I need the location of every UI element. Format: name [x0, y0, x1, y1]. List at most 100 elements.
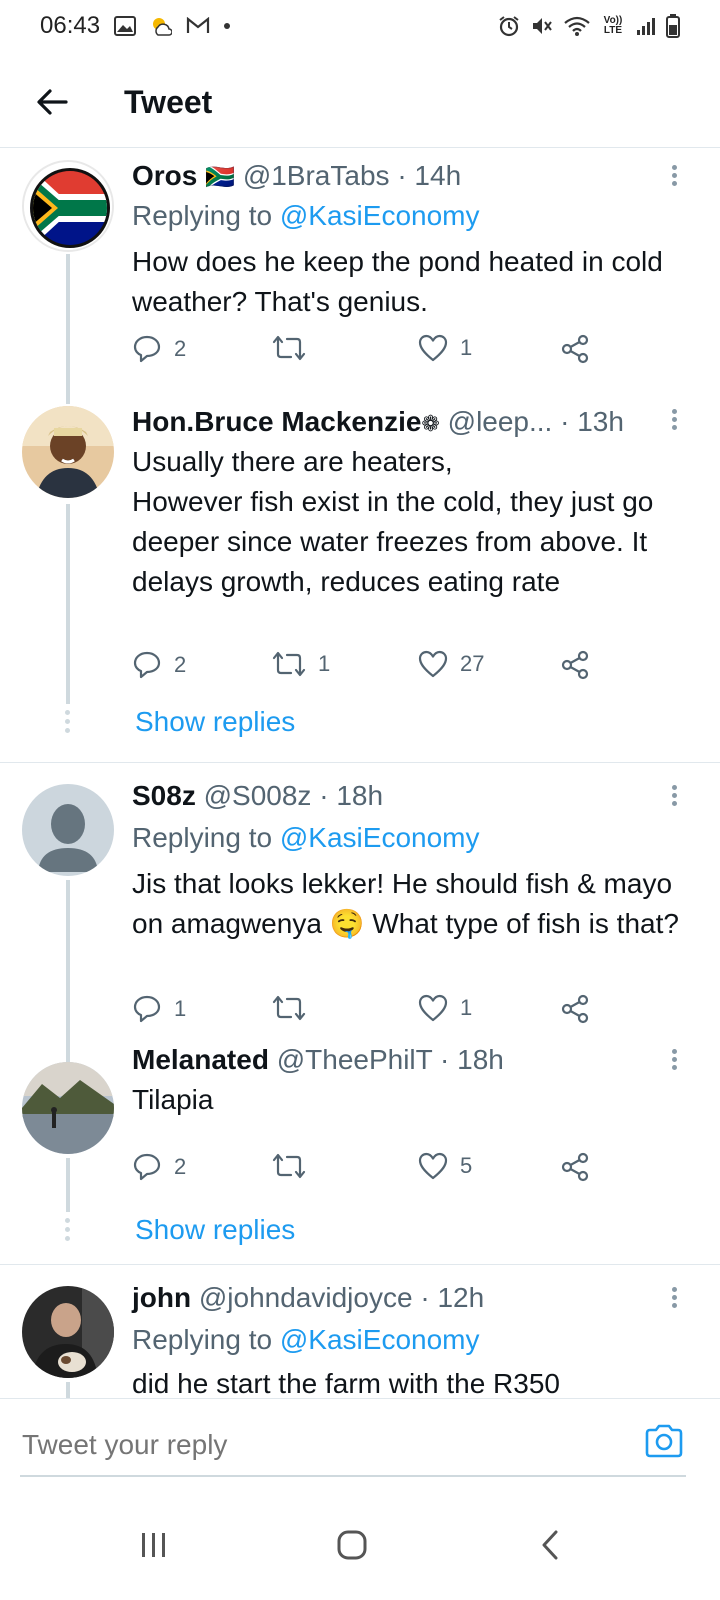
- replies-feed[interactable]: Oros 🇿🇦 @1BraTabs · 14h Replying to @Kas…: [0, 148, 720, 1428]
- user-handle[interactable]: @S008z: [204, 780, 312, 811]
- reply-icon: [133, 995, 161, 1023]
- notification-dot-icon: [224, 23, 231, 29]
- camera-icon: [645, 1424, 683, 1458]
- signal-icon: [637, 18, 655, 35]
- retweet-count: 1: [318, 651, 331, 676]
- reply-count: 1: [174, 996, 187, 1021]
- reply-button[interactable]: 2: [132, 334, 186, 364]
- tweet-actions: 1 1: [132, 994, 612, 1034]
- tweet-oros[interactable]: Oros 🇿🇦 @1BraTabs · 14h Replying to @Kas…: [0, 148, 720, 404]
- south-africa-flag-icon: 🇿🇦: [205, 164, 236, 191]
- share-button[interactable]: [560, 334, 590, 364]
- like-button[interactable]: 1: [418, 334, 472, 362]
- heart-icon: [418, 1152, 448, 1180]
- tweet-text: How does he keep the pond heated in cold…: [132, 246, 663, 317]
- display-name[interactable]: Hon.Bruce Mackenzie: [132, 406, 421, 437]
- recent-apps-button[interactable]: [124, 1520, 184, 1570]
- avatar[interactable]: [22, 1062, 114, 1154]
- user-handle[interactable]: @leep...: [448, 406, 553, 437]
- user-handle[interactable]: @TheePhilT: [277, 1044, 433, 1075]
- retweet-button[interactable]: [272, 334, 306, 362]
- like-button[interactable]: 1: [418, 994, 472, 1022]
- reply-count: 2: [174, 1154, 187, 1179]
- gallery-icon: [114, 16, 137, 36]
- replying-to-link[interactable]: @KasiEconomy: [280, 822, 480, 853]
- thread-dots: [65, 710, 71, 737]
- show-replies-link[interactable]: Show replies: [135, 704, 295, 740]
- retweet-icon: [272, 995, 306, 1021]
- mute-icon: [533, 18, 552, 34]
- separator-dot: ·: [397, 160, 407, 191]
- share-icon: [561, 994, 589, 1024]
- status-time: 06:43: [40, 12, 101, 39]
- tweet-actions: 2 5: [132, 1152, 612, 1192]
- back-button[interactable]: [30, 80, 74, 124]
- display-name[interactable]: john: [132, 1282, 191, 1313]
- user-handle[interactable]: @johndavidjoyce: [199, 1282, 413, 1313]
- divider: [0, 1264, 720, 1265]
- tweet-reply-input[interactable]: [20, 1419, 624, 1471]
- display-name[interactable]: Oros: [132, 160, 197, 191]
- reply-button[interactable]: 2: [132, 1152, 186, 1182]
- more-options-button[interactable]: [662, 406, 686, 442]
- replying-to-link[interactable]: @KasiEconomy: [280, 200, 480, 231]
- retweet-button[interactable]: [272, 994, 306, 1022]
- tweet-melanated[interactable]: Melanated @TheePhilT · 18h Tilapia 2 5 S…: [0, 1044, 720, 1262]
- tweet-time: 18h: [457, 1044, 504, 1075]
- home-button[interactable]: [322, 1520, 382, 1570]
- show-replies-link[interactable]: Show replies: [135, 1212, 295, 1248]
- replying-to: Replying to @KasiEconomy: [132, 198, 479, 234]
- system-back-button[interactable]: [520, 1520, 580, 1570]
- thread-line: [66, 880, 70, 1070]
- avatar[interactable]: [22, 1286, 114, 1378]
- replying-to-link[interactable]: @KasiEconomy: [280, 1324, 480, 1355]
- camera-button[interactable]: [644, 1423, 684, 1463]
- landscape-profile-photo: [22, 1062, 114, 1154]
- like-count: 5: [460, 1153, 473, 1178]
- separator-dot: ·: [560, 406, 570, 437]
- tweet-text-line-1: Usually there are heaters,: [132, 446, 453, 477]
- heart-icon: [418, 650, 448, 678]
- status-left: 06:43: [40, 12, 231, 40]
- like-button[interactable]: 27: [418, 650, 484, 678]
- reply-button[interactable]: 1: [132, 994, 186, 1024]
- tweet-bruce-mackenzie[interactable]: Hon.Bruce Mackenzie❁ @leep... · 13h Usua…: [0, 398, 720, 760]
- separator-dot: ·: [319, 780, 329, 811]
- tweet-time: 13h: [577, 406, 624, 437]
- replying-to-label: Replying to: [132, 1324, 273, 1355]
- display-name[interactable]: S08z: [132, 780, 196, 811]
- user-handle[interactable]: @1BraTabs: [243, 160, 390, 191]
- profile-photo: [22, 406, 114, 498]
- weather-icon: [153, 18, 173, 36]
- share-button[interactable]: [560, 994, 590, 1024]
- reply-button[interactable]: 2: [132, 650, 186, 680]
- thread-line: [66, 504, 70, 704]
- tweet-text: Tilapia: [132, 1084, 214, 1115]
- retweet-icon: [272, 651, 306, 677]
- tweet-text-line-2: However fish exist in the cold, they jus…: [132, 486, 654, 597]
- replying-to-label: Replying to: [132, 822, 273, 853]
- retweet-button[interactable]: 1: [272, 650, 330, 678]
- avatar[interactable]: [22, 160, 114, 252]
- retweet-button[interactable]: [272, 1152, 306, 1180]
- avatar[interactable]: [22, 406, 114, 498]
- tweet-s08z[interactable]: S08z @S008z · 18h Replying to @KasiEcono…: [0, 768, 720, 1070]
- replying-to-label: Replying to: [132, 200, 273, 231]
- like-button[interactable]: 5: [418, 1152, 472, 1180]
- tweet-header: Hon.Bruce Mackenzie❁ @leep... · 13h: [132, 404, 624, 442]
- like-count: 1: [460, 995, 473, 1020]
- avatar[interactable]: [22, 784, 114, 876]
- more-options-button[interactable]: [662, 162, 686, 198]
- chevron-left-icon: [542, 1530, 558, 1560]
- share-button[interactable]: [560, 1152, 590, 1182]
- display-name[interactable]: Melanated: [132, 1044, 269, 1075]
- tweet-text-part-2: What type of fish is that?: [372, 908, 679, 939]
- more-options-button[interactable]: [662, 782, 686, 818]
- more-options-button[interactable]: [662, 1046, 686, 1082]
- status-right: Vo)) LTE: [498, 14, 680, 38]
- more-options-button[interactable]: [662, 1284, 686, 1320]
- south-africa-flag-avatar: [24, 162, 112, 250]
- share-button[interactable]: [560, 650, 590, 680]
- drooling-face-emoji-icon: 🤤: [329, 908, 365, 939]
- wifi-icon: [564, 16, 590, 36]
